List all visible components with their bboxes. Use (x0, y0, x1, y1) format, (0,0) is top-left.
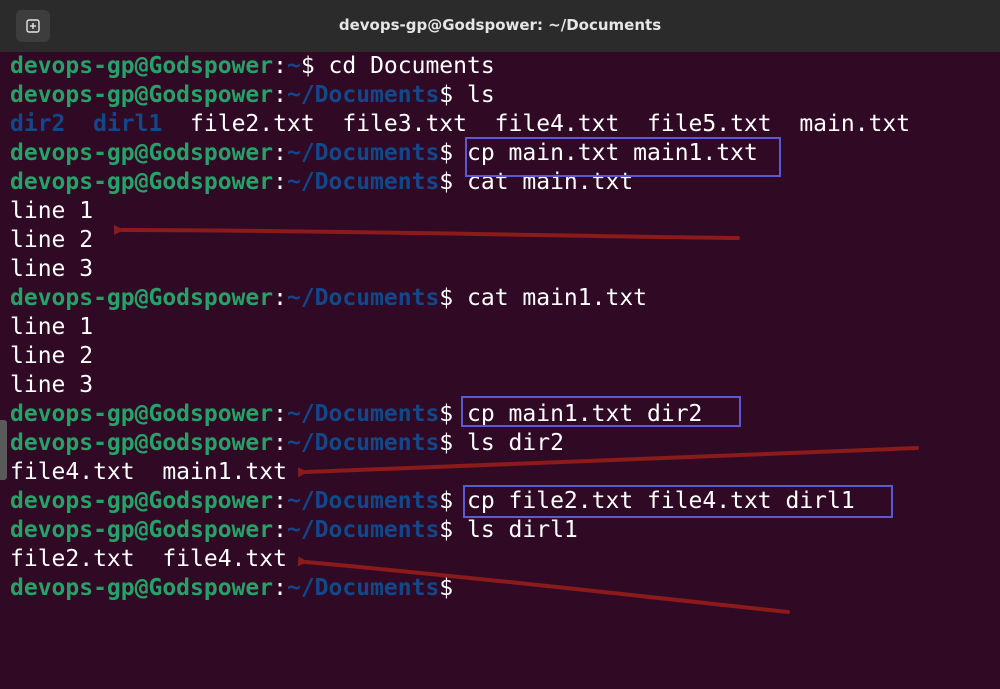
file-entries: file2.txt file3.txt file4.txt file5.txt … (190, 111, 911, 137)
prompt-user: devops-gp@Godspower (10, 53, 274, 79)
prompt-path: ~/Documents (286, 575, 440, 601)
terminal-line: line 2 (10, 226, 910, 255)
prompt-path: ~/Documents (286, 140, 440, 166)
prompt-user: devops-gp@Godspower (10, 140, 274, 166)
terminal-line: line 2 (10, 342, 910, 371)
prompt-user: devops-gp@Godspower (10, 82, 274, 108)
prompt-colon: : (273, 575, 287, 601)
terminal-line: devops-gp@Godspower:~/Documents$ cp file… (10, 487, 910, 516)
prompt-user: devops-gp@Godspower (10, 430, 274, 456)
command-text: cat main1.txt (453, 285, 648, 311)
terminal-line: line 3 (10, 255, 910, 284)
title-bar: devops-gp@Godspower: ~/Documents (0, 0, 1000, 53)
prompt-path: ~/Documents (286, 401, 440, 427)
command-text: ls dir2 (453, 430, 564, 456)
window-title: devops-gp@Godspower: ~/Documents (338, 16, 662, 34)
command-text: cat main.txt (453, 169, 634, 195)
command-text: cp main1.txt dir2 (453, 401, 703, 427)
terminal-line: line 3 (10, 371, 910, 400)
output-text: file2.txt file4.txt (10, 546, 287, 572)
prompt-dollar: $ (439, 169, 454, 195)
prompt-path: ~/Documents (286, 285, 440, 311)
terminal-output: devops-gp@Godspower:~$ cd Documents devop… (10, 52, 910, 603)
prompt-user: devops-gp@Godspower (10, 285, 274, 311)
output-text: line 3 (10, 256, 94, 282)
prompt-colon: : (273, 488, 287, 514)
output-text: line 1 (10, 198, 94, 224)
terminal-line: devops-gp@Godspower:~/Documents$ ls (10, 81, 910, 110)
output-text: file4.txt main1.txt (10, 459, 287, 485)
prompt-dollar: $ (439, 140, 454, 166)
ls-spacer (162, 111, 190, 137)
terminal-line: dir2 dirl1 file2.txt file3.txt file4.txt… (10, 110, 910, 139)
prompt-colon: : (273, 82, 287, 108)
command-text: cp main.txt main1.txt (453, 140, 758, 166)
output-text: line 2 (10, 343, 94, 369)
terminal-line: devops-gp@Godspower:~/Documents$ cp main… (10, 139, 910, 168)
dir-entry: dirl1 (93, 111, 163, 137)
output-text: line 2 (10, 227, 94, 253)
terminal-area[interactable]: devops-gp@Godspower:~$ cd Documents devop… (0, 52, 1000, 689)
prompt-user: devops-gp@Godspower (10, 517, 274, 543)
prompt-colon: : (273, 430, 287, 456)
prompt-user: devops-gp@Godspower (10, 169, 274, 195)
prompt-dollar: $ (439, 430, 454, 456)
terminal-line: devops-gp@Godspower:~/Documents$ (10, 574, 910, 603)
ls-spacer (65, 111, 93, 137)
prompt-path: ~/Documents (286, 169, 440, 195)
terminal-line: file2.txt file4.txt (10, 545, 910, 574)
command-text: ls dirl1 (453, 517, 578, 543)
prompt-dollar: $ (439, 82, 454, 108)
prompt-dollar: $ (439, 517, 454, 543)
prompt-dollar: $ (439, 285, 454, 311)
terminal-line: devops-gp@Godspower:~/Documents$ ls dirl… (10, 516, 910, 545)
scroll-handle[interactable] (0, 420, 7, 480)
terminal-line: devops-gp@Godspower:~/Documents$ ls dir2 (10, 429, 910, 458)
prompt-dollar: $ (300, 53, 315, 79)
prompt-path: ~/Documents (286, 488, 440, 514)
prompt-colon: : (273, 53, 287, 79)
prompt-path: ~/Documents (286, 517, 440, 543)
prompt-dollar: $ (439, 488, 454, 514)
prompt-user: devops-gp@Godspower (10, 575, 274, 601)
prompt-path: ~/Documents (286, 430, 440, 456)
prompt-user: devops-gp@Godspower (10, 488, 274, 514)
terminal-line: devops-gp@Godspower:~/Documents$ cat mai… (10, 168, 910, 197)
prompt-user: devops-gp@Godspower (10, 401, 274, 427)
prompt-colon: : (273, 140, 287, 166)
terminal-line: file4.txt main1.txt (10, 458, 910, 487)
prompt-path: ~/Documents (286, 82, 440, 108)
terminal-line: devops-gp@Godspower:~$ cd Documents (10, 52, 910, 81)
output-text: line 1 (10, 314, 94, 340)
prompt-colon: : (273, 517, 287, 543)
command-text: ls (453, 82, 495, 108)
dir-entry: dir2 (10, 111, 66, 137)
prompt-colon: : (273, 169, 287, 195)
prompt-colon: : (273, 401, 287, 427)
prompt-dollar: $ (439, 575, 454, 601)
terminal-line: line 1 (10, 197, 910, 226)
terminal-line: devops-gp@Godspower:~/Documents$ cp main… (10, 400, 910, 429)
prompt-path: ~ (286, 53, 301, 79)
command-text: cd Documents (314, 53, 495, 79)
terminal-line: devops-gp@Godspower:~/Documents$ cat mai… (10, 284, 910, 313)
output-text: line 3 (10, 372, 94, 398)
command-text: cp file2.txt file4.txt dirl1 (453, 488, 855, 514)
terminal-line: line 1 (10, 313, 910, 342)
prompt-colon: : (273, 285, 287, 311)
prompt-dollar: $ (439, 401, 454, 427)
